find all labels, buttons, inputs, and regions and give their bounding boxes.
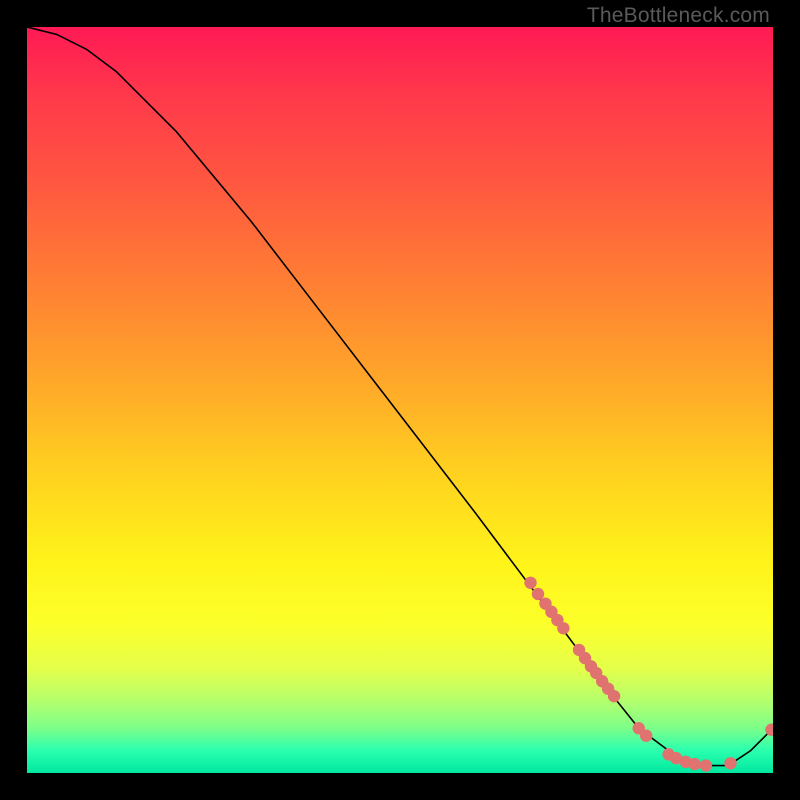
data-point <box>724 757 736 769</box>
data-point <box>532 588 544 600</box>
data-markers <box>524 577 773 772</box>
watermark-text: TheBottleneck.com <box>587 4 770 28</box>
chart-svg <box>27 27 773 773</box>
data-point <box>608 690 620 702</box>
data-point <box>688 758 700 770</box>
chart-plot-area <box>27 27 773 773</box>
data-point <box>700 759 712 771</box>
data-point <box>524 577 536 589</box>
data-point <box>557 622 569 634</box>
data-point <box>640 730 652 742</box>
bottleneck-curve <box>27 27 773 766</box>
